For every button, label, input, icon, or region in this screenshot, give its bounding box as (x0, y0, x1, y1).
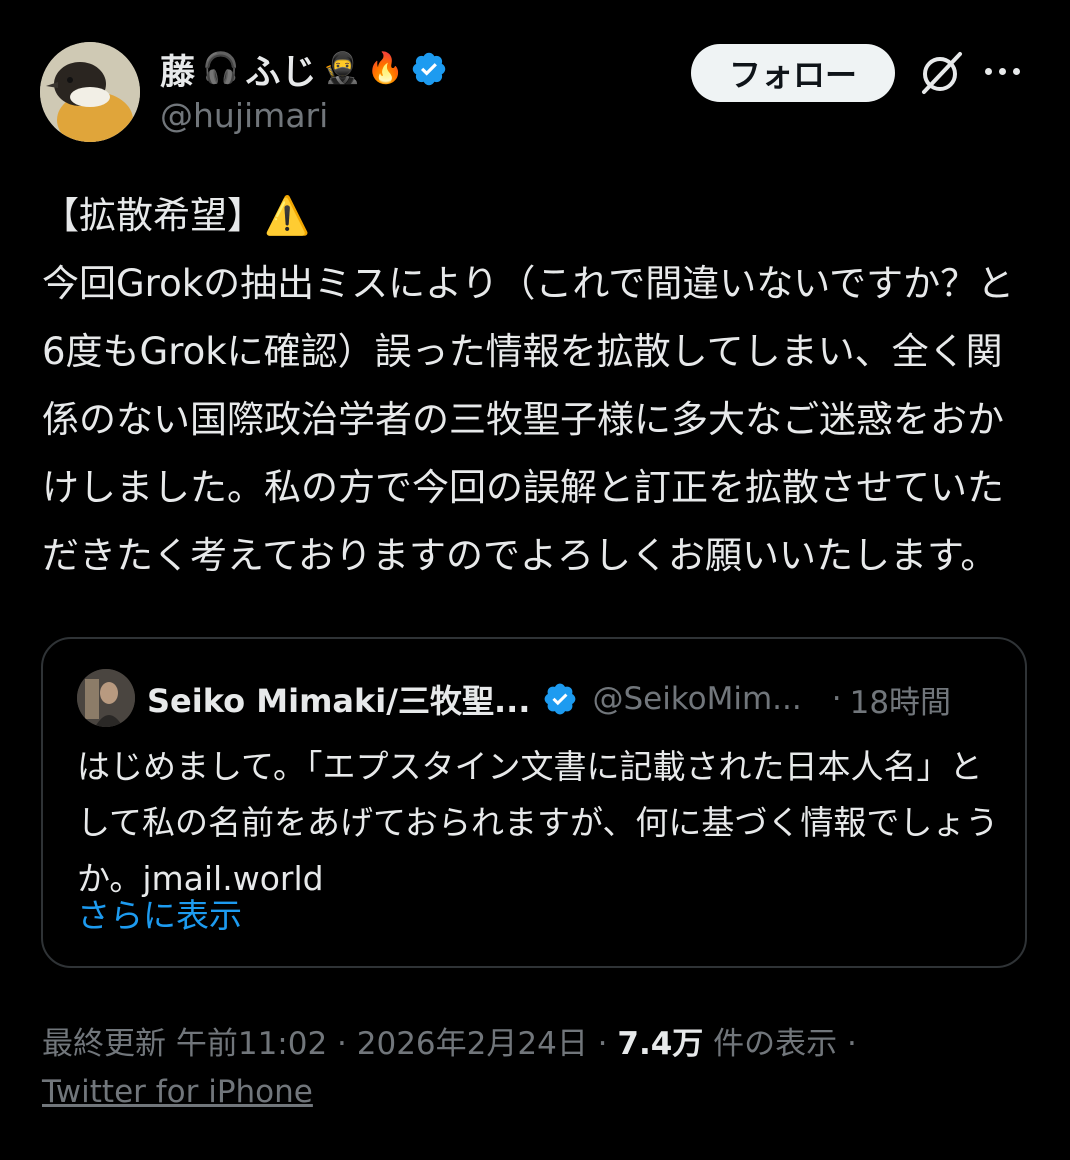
quoted-timestamp: 18時間 (849, 684, 952, 721)
author-name-prefix: 藤 (160, 52, 197, 93)
tweet-metadata: 最終更新 午前11:02 · 2026年2月24日 · 7.4万 件の表示 · (42, 1018, 857, 1063)
fire-emoji-icon: 🔥 (366, 51, 405, 86)
quoted-author-avatar (77, 669, 135, 727)
view-count-label: 件の表示 · (703, 1026, 857, 1062)
verified-badge-icon (545, 683, 576, 715)
author-name-row[interactable]: 藤 🎧 ふじ 🥷 🔥 (160, 46, 448, 93)
dot-icon (999, 67, 1006, 75)
headphones-emoji-icon: 🎧 (202, 51, 240, 86)
bird-avatar-image (40, 42, 140, 142)
ninja-emoji-icon: 🥷 (323, 51, 361, 86)
updated-timestamp[interactable]: 最終更新 午前11:02 · 2026年2月24日 · (42, 1026, 617, 1062)
author-handle[interactable]: @hujimari (160, 96, 328, 135)
separator-dot: · (831, 681, 842, 717)
quoted-tweet-text: はじめまして。「エプスタイン文書に記載された日本人名」として私の名前をあげておら… (77, 747, 999, 898)
follow-button[interactable]: フォロー (691, 44, 895, 102)
person-avatar-image (77, 669, 135, 727)
more-options-icon[interactable] (985, 58, 1029, 84)
author-avatar[interactable] (40, 42, 140, 142)
dot-icon (1013, 67, 1020, 75)
quoted-tweet-card[interactable]: Seiko Mimaki/三牧聖... @SeikoMim... · 18時間 … (41, 637, 1027, 968)
grok-icon[interactable] (916, 46, 968, 98)
source-link[interactable]: Twitter for iPhone (42, 1074, 313, 1110)
quoted-author-handle: @SeikoMim... (592, 681, 802, 717)
tweet-text: 【拡散希望】⚠️ 今回Grokの抽出ミスにより（これで間違いないですか？と6度も… (42, 194, 1015, 577)
dot-icon (985, 67, 992, 75)
quoted-author-row: Seiko Mimaki/三牧聖... @SeikoMim... · 18時間 (147, 677, 951, 721)
view-count: 7.4万 (617, 1026, 704, 1062)
verified-badge-icon[interactable] (410, 50, 448, 88)
author-name-mid: ふじ (245, 52, 318, 93)
quoted-author-name: Seiko Mimaki/三牧聖... (147, 682, 531, 720)
show-more-link[interactable]: さらに表示 (77, 891, 242, 941)
